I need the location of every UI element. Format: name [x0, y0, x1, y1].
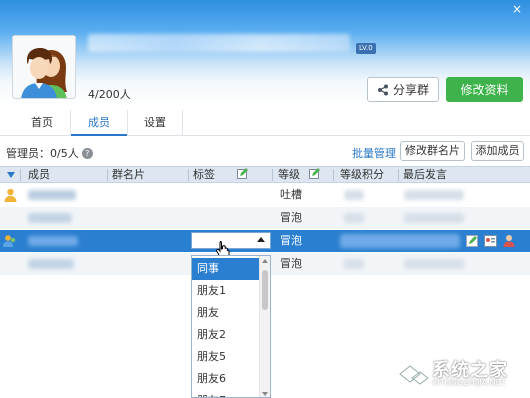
add-member-button[interactable]: 添加成员 — [471, 141, 524, 161]
people-avatar-icon — [13, 36, 75, 98]
share-icon — [377, 84, 388, 95]
member-name-blurred — [28, 236, 78, 246]
tab-home[interactable]: 首页 — [14, 110, 70, 136]
tab-divider — [182, 110, 183, 136]
help-icon[interactable]: ? — [81, 147, 93, 159]
tab-members[interactable]: 成员 — [71, 110, 127, 136]
dropdown-scrollbar[interactable] — [259, 256, 270, 397]
member-table-header: 成员 群名片 标签 等级 等级积分 最后发言 — [0, 166, 530, 183]
member-name-blurred — [28, 259, 74, 269]
scrollbar-thumb[interactable] — [262, 270, 268, 310]
member-count: 4/200人 — [88, 88, 131, 101]
remove-member-icon[interactable] — [503, 234, 515, 247]
edit-profile-button[interactable]: 修改资料 — [446, 77, 523, 102]
points-and-message-blurred — [340, 234, 460, 248]
scroll-down-icon[interactable] — [262, 392, 268, 396]
col-tag[interactable]: 标签 — [193, 167, 248, 182]
col-level-label: 等级 — [278, 168, 300, 181]
dropdown-arrow-icon[interactable] — [257, 237, 265, 242]
table-row[interactable]: 吐槽 — [0, 184, 530, 206]
last-message-blurred — [404, 190, 464, 200]
last-message-blurred — [404, 259, 464, 269]
col-level[interactable]: 等级 — [278, 167, 320, 182]
tab-bar: 首页 成员 设置 — [0, 110, 530, 136]
dropdown-option[interactable]: 朋友5 — [192, 346, 260, 368]
share-group-label: 分享群 — [392, 83, 429, 97]
member-name-blurred — [28, 190, 76, 200]
profile-card-icon[interactable] — [484, 235, 497, 247]
close-icon[interactable]: × — [512, 2, 522, 16]
share-group-button[interactable]: 分享群 — [367, 77, 439, 102]
edit-level-icon[interactable] — [308, 168, 320, 179]
dropdown-option[interactable]: 朋友7 — [192, 390, 260, 397]
admin-count-label: 管理员：0/5人 — [6, 147, 79, 160]
col-last-message[interactable]: 最后发言 — [403, 167, 447, 182]
dropdown-option[interactable]: 朋友6 — [192, 368, 260, 390]
edit-icon[interactable] — [466, 235, 478, 247]
scroll-up-icon[interactable] — [262, 259, 268, 263]
group-header: × LV.0 4/200人 分享群 修改资料 — [0, 0, 530, 105]
dropdown-option[interactable]: 同事 — [192, 258, 260, 280]
watermark-sub: XITONGZHIJIA.NET — [432, 378, 506, 387]
edit-group-card-button[interactable]: 修改群名片 — [400, 141, 465, 161]
last-message-blurred — [404, 213, 464, 223]
tag-dropdown-list[interactable]: 同事 朋友1 朋友 朋友2 朋友5 朋友6 朋友7 — [191, 255, 271, 398]
col-member[interactable]: 成员 — [28, 167, 50, 182]
member-name-blurred — [28, 213, 72, 223]
points-blurred — [344, 190, 364, 200]
batch-manage-link[interactable]: 批量管理 — [352, 145, 396, 161]
dropdown-option[interactable]: 朋友2 — [192, 324, 260, 346]
col-tag-label: 标签 — [193, 168, 215, 181]
column-divider — [188, 169, 189, 181]
column-divider — [398, 169, 399, 181]
column-divider — [272, 169, 273, 181]
col-level-points[interactable]: 等级积分 — [340, 167, 384, 182]
dropdown-option[interactable]: 朋友1 — [192, 280, 260, 302]
member-level: 冒泡 — [280, 257, 302, 270]
table-row[interactable]: 冒泡 — [0, 207, 530, 229]
points-blurred — [344, 259, 364, 269]
col-group-card[interactable]: 群名片 — [112, 167, 145, 182]
column-divider — [333, 169, 334, 181]
member-role-icon — [3, 235, 16, 247]
column-divider — [107, 169, 108, 181]
member-level: 冒泡 — [280, 234, 302, 247]
owner-icon — [4, 188, 17, 202]
admin-count: 管理员：0/5人 ? — [6, 145, 93, 161]
tab-settings[interactable]: 设置 — [128, 110, 182, 136]
group-name-blurred — [88, 34, 350, 52]
group-avatar[interactable] — [12, 35, 76, 99]
column-divider — [20, 169, 21, 181]
dropdown-option[interactable]: 朋友 — [192, 302, 260, 324]
tag-combobox[interactable] — [191, 232, 271, 249]
member-level: 冒泡 — [280, 211, 302, 224]
member-level: 吐槽 — [280, 188, 302, 201]
points-blurred — [344, 213, 364, 223]
edit-tag-icon[interactable] — [236, 168, 248, 179]
level-badge: LV.0 — [356, 43, 376, 54]
sort-down-icon[interactable] — [7, 172, 15, 178]
